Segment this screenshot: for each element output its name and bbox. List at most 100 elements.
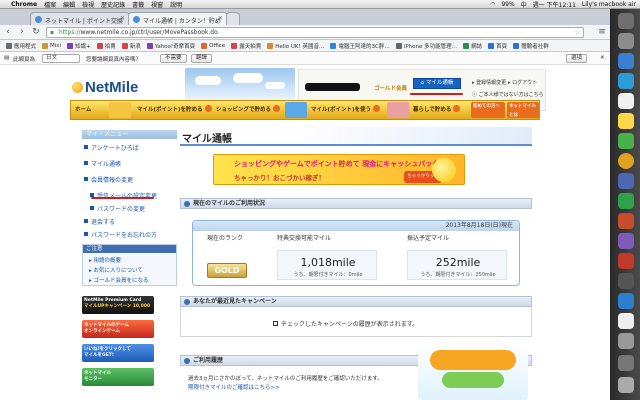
menu-view[interactable]: 檢視 [82,0,94,9]
cashback-promo-banner[interactable]: ショッピングやゲームでポイント貯めて 現金にキャッシュバック！ ちゃっかり！おこ… [213,154,465,185]
bookmark-item[interactable]: iPhone 多功能管理… [395,42,457,50]
menu-window[interactable]: 視窗 [151,0,163,9]
sidebar-item-password[interactable]: パスワードの変更 [90,204,145,213]
excel-icon[interactable] [618,193,634,209]
netmile-logo[interactable]: NetMile [72,79,138,96]
history-description: 過去3ヵ月にさかのぼって、ネットマイルのご利用履歴をご確認いただけます。 [188,376,383,382]
close-icon[interactable]: ✕ [600,55,605,61]
menu-bookmarks[interactable]: 書籤 [132,0,144,9]
menu-file[interactable]: 檔案 [44,0,56,9]
bookmark-item[interactable]: 體驗者社群 [513,42,549,50]
user-name[interactable]: Lily's macbook air [582,1,636,8]
terminal-icon[interactable] [618,273,634,289]
guide-link-favorites[interactable]: ▸ お気に入りについて [89,266,143,274]
bookmark-star-icon[interactable]: ☆ [575,28,580,37]
skype-icon[interactable] [618,293,634,309]
forward-icon[interactable]: › [16,26,28,38]
nav-use-miles[interactable]: マイル(ポイント)を使う [307,101,387,119]
source-language-select[interactable]: 日文 [42,54,80,63]
guide-heading: ご注意 [83,245,176,253]
monitor-banner[interactable]: ネットマイル モニター [82,368,154,386]
decline-translate-button[interactable]: 不需要 [160,54,187,63]
bullet-icon [84,177,88,181]
sidebar-item-member-info[interactable]: 会員情報の変更 [84,175,133,184]
bookmark-item[interactable]: 電腦王阿達的3C胖… [330,42,390,50]
bookmark-item[interactable]: Office [201,42,225,49]
sidebar-item-passbook[interactable]: マイル通帳 [84,159,121,168]
tab-mile-passbook[interactable]: マイル通帳 | カンタン！貯め ✕ [128,12,228,25]
system-preferences-icon[interactable] [618,333,634,349]
bookmark-item[interactable]: 應用程式 [6,42,36,50]
bookmark-item[interactable]: 新浪 [121,42,141,50]
translate-label: 此網頁為 [13,57,36,63]
app-store-icon[interactable] [618,53,634,69]
bookmark-item[interactable]: 露天拍賣 [231,42,261,50]
mile-passbook-button[interactable]: ⌂ マイル通帳 [413,78,461,89]
itunes-icon[interactable] [618,233,634,249]
word-icon[interactable] [618,173,634,189]
close-icon[interactable]: ✕ [218,15,223,22]
translate-button[interactable]: 翻譯 [191,54,213,63]
battery-status[interactable]: 99% [501,1,514,8]
downloads-stack-icon[interactable] [618,355,634,371]
bookmark-favicon-icon [146,42,153,49]
bookmark-item[interactable]: Hello UK! 英國音… [267,42,324,50]
bookmark-item[interactable]: 知識+ [67,42,91,50]
notes-icon[interactable] [618,113,634,129]
menu-edit[interactable]: 編輯 [63,0,75,9]
sidebar-item-forgot-password[interactable]: パスワードをお忘れの方 [84,230,157,239]
menu-help[interactable]: 說明 [170,0,182,9]
messages-icon[interactable] [618,133,634,149]
finder-icon[interactable] [618,13,634,29]
wifi-icon[interactable]: ◠ [490,1,495,8]
back-icon[interactable]: ‹ [2,26,14,38]
nav-earn-miles[interactable]: マイル(ポイント)を貯める [133,101,212,119]
launchpad-icon[interactable] [618,33,634,49]
logout-link[interactable]: ▸ ログアウト [508,79,537,86]
register-change-link[interactable]: ▸ 登録情報変更 [472,79,506,86]
hand-drawn-underline [410,93,463,95]
input-method[interactable]: 中 [521,0,527,9]
app-menu[interactable]: Chrome [11,1,37,8]
powerpoint-icon[interactable] [618,213,634,229]
tradeable-label: 特典交換可能マイル [277,235,332,242]
photo-app-icon[interactable] [618,253,634,269]
chrome-icon[interactable] [618,153,634,169]
clock[interactable]: 週一 下午12:11 [533,0,576,9]
nav-beginners[interactable]: 初めての方へ [471,102,505,118]
guide-link-terms[interactable]: ▸ 用語の概要 [89,256,121,264]
reload-icon[interactable]: ↻ [30,26,42,38]
preview-icon[interactable] [618,313,634,329]
bookmark-item[interactable]: 拍賣 [96,42,116,50]
bookmark-item[interactable]: Mixi [42,42,61,49]
campaign-panel: チェックしたキャンペーンの履歴が表示されます。 [180,307,532,337]
trash-icon[interactable] [618,377,634,393]
nav-shopping[interactable]: ショッピングで貯める [212,101,286,119]
menu-history[interactable]: 歷史記錄 [101,0,125,9]
nav-about[interactable]: ネットマイルとは [507,102,539,118]
bookmark-favicon-icon [267,42,274,49]
bookmark-item[interactable]: Yahoo!奇摩首頁 [146,42,195,50]
sidebar-item-survey[interactable]: アンケートひろば [84,143,139,152]
expiring-miles-link[interactable]: 期限付きマイルのご確認はこちら>> [188,384,383,393]
calendar-icon[interactable] [618,93,634,109]
translate-options-button[interactable]: 選項 [566,54,588,63]
bookmark-item[interactable]: 網誌 [463,42,482,50]
tab-netmile-exchange[interactable]: ネットマイル | ポイント交換 ✕ [30,12,130,25]
sidebar-item-withdraw[interactable]: 退会する [84,217,115,226]
nav-lifestyle[interactable]: 暮らしで貯める [409,101,467,119]
section-bullet-icon [184,299,190,305]
safari-icon[interactable] [618,73,634,89]
menu-icon[interactable]: ≡ [596,26,608,38]
premium-card-banner[interactable]: NetMile Premium Card マイルUPキャンペーン 10,000 [82,296,154,314]
address-bar[interactable]: ▪ https://www.netmile.co.jp/ctrl/user/Mo… [46,27,584,38]
like-banner[interactable]: いいね!をクリックして マイルをGET! [82,344,154,362]
online-game-banner[interactable]: ネットマイルのゲーム オンラインゲーム [82,320,154,338]
new-tab-button[interactable] [226,12,240,25]
bookmark-item[interactable]: 首頁 [488,42,507,50]
guide-link-gold[interactable]: ▸ ゴールド会員をになる [89,276,149,284]
close-icon[interactable]: ✕ [120,15,125,22]
not-you-link[interactable]: ⓘ ご本人様ではない方はこちら [472,91,544,98]
nav-home[interactable]: ホーム [71,101,113,119]
mile-promo-illustration[interactable] [418,342,528,400]
